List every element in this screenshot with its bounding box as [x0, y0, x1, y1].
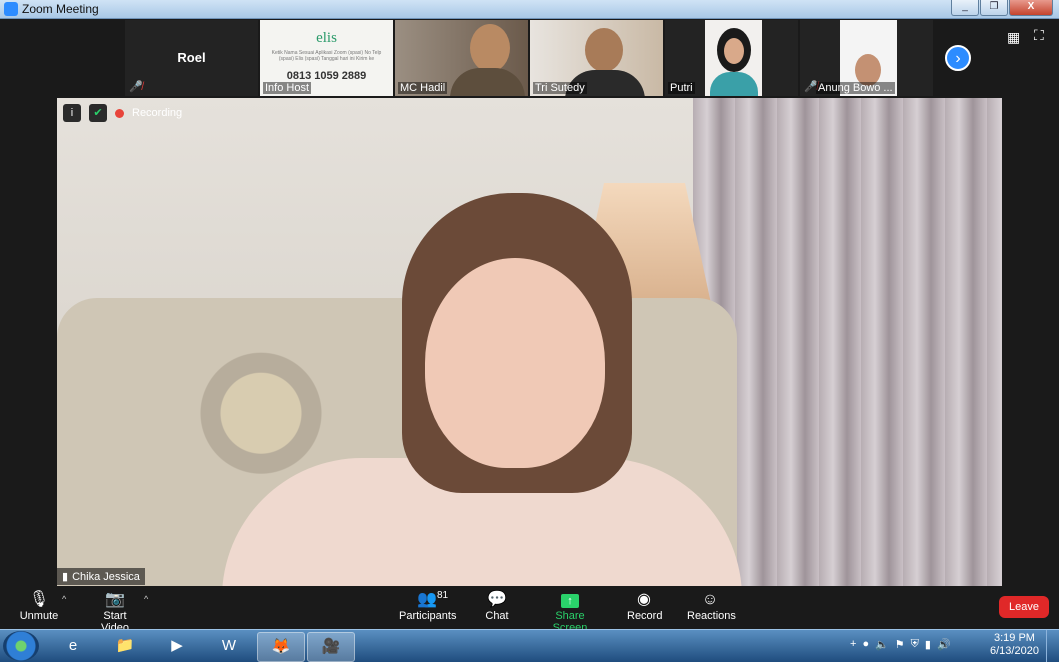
participant-name: Info Host	[263, 82, 312, 94]
record-icon: ◉	[637, 591, 651, 608]
start-video-button[interactable]: 📷 Start Video	[88, 590, 142, 634]
participant-face	[724, 38, 744, 64]
participant-name: Roel	[177, 50, 206, 65]
minimize-button[interactable]: _	[951, 0, 979, 16]
participants-count: 81	[437, 590, 449, 601]
thumbnail-info-host[interactable]: elis Ketik Nama Sesuai Aplikasi Zoom (sp…	[260, 20, 393, 96]
zoom-meeting-area: Roel 🎤̸ elis Ketik Nama Sesuai Aplikasi …	[0, 19, 1059, 634]
internet-explorer-icon[interactable]: e	[50, 632, 96, 660]
thumbnail-putri[interactable]: Putri	[665, 20, 798, 96]
active-speaker-label: ▮ Chika Jessica	[57, 568, 145, 585]
zoom-app-icon	[4, 2, 18, 16]
chat-button[interactable]: 💬 Chat	[484, 590, 510, 622]
record-button[interactable]: ◉ Record	[627, 590, 663, 622]
meeting-toolbar: 🎙 Unmute ^ 📷 Start Video ^ 👥 81 Particip…	[0, 588, 1059, 634]
next-page-button[interactable]: ›	[945, 45, 971, 71]
reactions-button[interactable]: ☺ Reactions	[687, 590, 736, 622]
video-options-caret[interactable]: ^	[144, 594, 148, 604]
clock-time: 3:19 PM	[993, 632, 1035, 644]
participant-body	[450, 68, 525, 96]
show-desktop-button[interactable]	[1046, 630, 1059, 662]
fullscreen-icon[interactable]: ⛶	[1034, 27, 1044, 44]
thumbnail-anung-bowo[interactable]: 🎤̸ Anung Bowo ...	[800, 20, 933, 96]
participant-name: Anung Bowo ...	[816, 82, 895, 94]
unmute-label: Unmute	[19, 610, 59, 622]
unmute-button[interactable]: 🎙 Unmute	[18, 590, 60, 622]
security-tray-icon[interactable]: ⛨	[911, 638, 919, 651]
thumbnail-roel[interactable]: Roel 🎤̸	[125, 20, 258, 96]
reactions-label: Reactions	[687, 610, 736, 622]
participant-name: Tri Sutedy	[533, 82, 587, 94]
muted-mic-icon: 🎤̸	[129, 81, 143, 93]
firefox-icon[interactable]: 🦊	[257, 632, 305, 662]
windows-taskbar: e 📁 ▶ W 🦊 🎥 + ● 🔈 ⚑ ⛨ ▮ 🔊 3:19 PM 6/13/2…	[0, 629, 1059, 662]
thumbnail-tri-sutedy[interactable]: Tri Sutedy	[530, 20, 663, 96]
record-label: Record	[627, 610, 663, 622]
thumbnail-strip: Roel 🎤̸ elis Ketik Nama Sesuai Aplikasi …	[125, 20, 933, 96]
participant-name: Putri	[668, 82, 695, 94]
window-title: Zoom Meeting	[22, 2, 99, 16]
leave-button[interactable]: Leave	[999, 596, 1049, 618]
reactions-icon: ☺	[701, 591, 719, 608]
gallery-view-icon[interactable]: ▦	[1007, 29, 1020, 46]
recording-dot-icon	[115, 108, 124, 118]
participants-label: Participants	[399, 610, 457, 622]
video-off-icon: 📷	[105, 591, 125, 608]
zoom-tray-icon[interactable]: ●	[862, 638, 869, 651]
title-bar: Zoom Meeting _ ❐ X	[0, 0, 1059, 19]
signal-strength-icon: ▮	[62, 571, 69, 583]
media-player-icon[interactable]: ▶	[154, 632, 200, 660]
zoom-taskbar-icon[interactable]: 🎥	[307, 632, 355, 662]
shared-screen-instructions: Ketik Nama Sesuai Aplikasi Zoom (spasi) …	[271, 50, 382, 62]
chat-label: Chat	[485, 610, 509, 622]
speaker-tray-icon[interactable]: 🔊	[937, 638, 951, 651]
maximize-button[interactable]: ❐	[980, 0, 1008, 16]
show-hidden-icons-icon[interactable]: +	[850, 638, 856, 651]
chat-icon: 💬	[487, 591, 507, 608]
security-shield-icon[interactable]: ✔	[89, 104, 107, 122]
active-speaker-name: Chika Jessica	[72, 570, 140, 583]
action-center-icon[interactable]: ⚑	[895, 638, 905, 651]
participant-face	[470, 24, 510, 72]
participant-face	[585, 28, 623, 72]
network-signal-icon[interactable]: ▮	[925, 638, 931, 651]
share-screen-button[interactable]: ↑ Share Screen	[540, 590, 600, 634]
background-curtain	[693, 98, 1002, 586]
muted-mic-icon: 🎙	[28, 591, 50, 608]
start-button-icon[interactable]	[3, 631, 39, 661]
volume-icon[interactable]: 🔈	[875, 638, 889, 651]
recording-label: Recording	[132, 107, 183, 119]
participant-name: MC Hadil	[398, 82, 448, 94]
meeting-status-bar: i ✔ Recording	[63, 104, 182, 122]
word-icon[interactable]: W	[206, 632, 252, 660]
info-icon[interactable]: i	[63, 104, 81, 122]
clock-date: 6/13/2020	[990, 645, 1039, 657]
speaker-face	[425, 258, 605, 468]
file-explorer-icon[interactable]: 📁	[102, 632, 148, 660]
share-screen-icon: ↑	[561, 594, 579, 608]
audio-options-caret[interactable]: ^	[62, 594, 66, 604]
active-speaker-video	[57, 98, 1002, 586]
participants-button[interactable]: 👥 81 Participants	[399, 590, 457, 622]
shared-screen-logo: elis	[316, 30, 337, 46]
close-button[interactable]: X	[1009, 0, 1053, 16]
system-tray: + ● 🔈 ⚑ ⛨ ▮ 🔊	[850, 638, 951, 651]
shared-screen-phone: 0813 1059 2889	[286, 70, 367, 82]
thumbnail-mc-hadil[interactable]: MC Hadil	[395, 20, 528, 96]
taskbar-clock[interactable]: 3:19 PM 6/13/2020	[990, 632, 1039, 658]
